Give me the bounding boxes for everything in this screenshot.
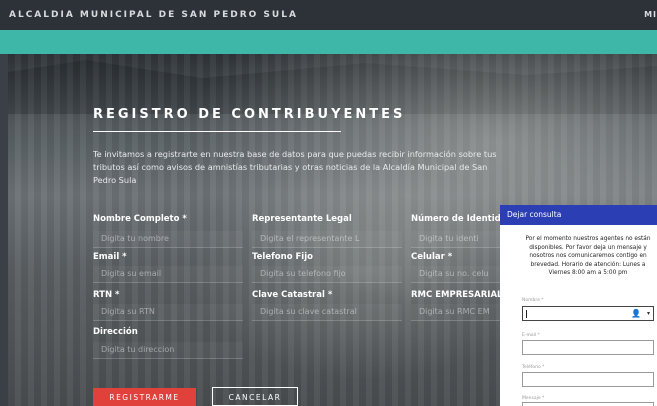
telefono-input[interactable]: Digita su telefono fijo: [252, 266, 402, 283]
rmc-label: RMC EMPRESARIAL: [411, 290, 503, 300]
chat-widget: Dejar consulta Por el momento nuestros a…: [500, 205, 657, 406]
top-bar: ALCALDIA MUNICIPAL DE SAN PEDRO SULA MI: [0, 0, 657, 30]
nombre-label: Nombre Completo *: [93, 214, 187, 224]
title-divider: [93, 131, 341, 132]
text-caret: [526, 310, 527, 318]
site-brand[interactable]: ALCALDIA MUNICIPAL DE SAN PEDRO SULA: [9, 10, 298, 20]
chat-name-label: Nombre *: [522, 298, 544, 303]
chat-message-label: Mensaje *: [522, 396, 545, 401]
chat-phone-label: Teléfono *: [522, 365, 545, 370]
direccion-input[interactable]: Digita tu direccion: [93, 342, 243, 359]
clave-input[interactable]: Digita su clave catastral: [252, 304, 402, 321]
celular-label: Celular *: [411, 252, 453, 262]
chat-email-input[interactable]: [522, 340, 654, 355]
email-input[interactable]: Digita su email: [93, 266, 243, 283]
direccion-label: Dirección: [93, 327, 138, 337]
chat-email-label: E-mail *: [522, 333, 540, 338]
identidad-input[interactable]: Digita tu identi: [411, 231, 500, 248]
telefono-label: Telefono Fijo: [252, 252, 313, 262]
representante-input[interactable]: Digita el representante L: [252, 231, 402, 248]
rtn-input[interactable]: Digita su RTN: [93, 304, 243, 321]
menu-item[interactable]: MI: [644, 10, 657, 19]
person-icon[interactable]: 👤: [631, 309, 641, 318]
cancel-button[interactable]: CANCELAR: [212, 387, 298, 406]
intro-text: Te invitamos a registrarte en nuestra ba…: [93, 149, 497, 185]
clave-label: Clave Catastral *: [252, 290, 333, 300]
nombre-input[interactable]: Digita tu nombre: [93, 231, 243, 248]
representante-label: Representante Legal: [252, 214, 352, 224]
rtn-label: RTN *: [93, 290, 120, 300]
register-button[interactable]: REGISTRARME: [93, 388, 196, 406]
identidad-label: Número de Identid: [411, 214, 501, 224]
chat-message-input[interactable]: [522, 402, 654, 406]
email-label: Email *: [93, 252, 127, 262]
accent-bar: [0, 30, 657, 54]
chat-header[interactable]: Dejar consulta: [500, 205, 657, 225]
rmc-input[interactable]: Digita su RMC EM: [411, 304, 500, 321]
chat-name-input[interactable]: 👤 ▾: [522, 306, 654, 321]
chevron-down-icon[interactable]: ▾: [647, 310, 650, 317]
chat-phone-input[interactable]: [522, 372, 654, 387]
celular-input[interactable]: Digita su no. celu: [411, 266, 500, 283]
chat-offline-message: Por el momento nuestros agentes no están…: [525, 236, 651, 276]
page-title: REGISTRO DE CONTRIBUYENTES: [93, 107, 406, 122]
